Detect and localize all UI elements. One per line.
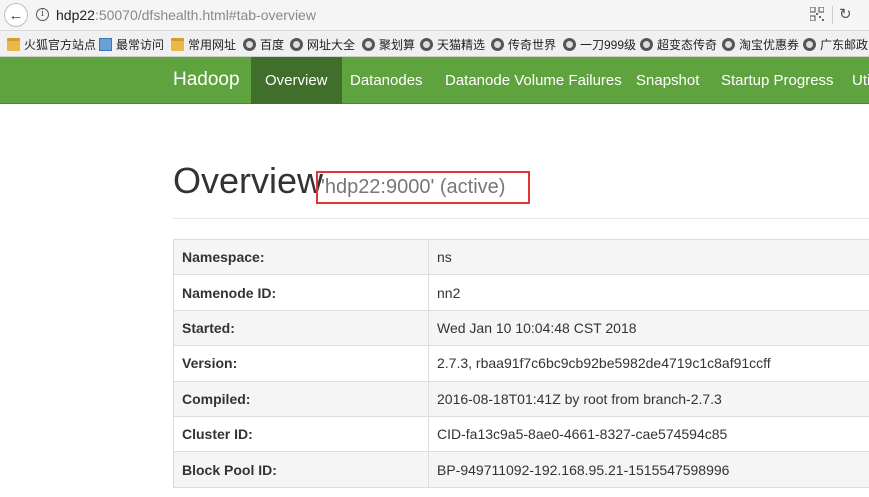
globe-icon (803, 38, 816, 51)
back-arrow-icon: ← (8, 6, 24, 24)
nav-tab-datanode-volume-failures[interactable]: Datanode Volume Failures (431, 57, 636, 104)
bookmark-label: 聚划算 (379, 38, 416, 52)
table-row: Block Pool ID: BP-949711092-192.168.95.21… (173, 451, 869, 488)
page-title: Overview (173, 160, 324, 201)
row-value: 2.7.3, rbaa91f7c6bc9cb92be5982de4719c1c8… (428, 345, 869, 382)
row-value: BP-949711092-192.168.95.21-1515547598996 (428, 451, 869, 488)
bookmark-label: 火狐官方站点 (24, 38, 97, 52)
bookmark-item[interactable]: 火狐官方站点 (7, 36, 96, 53)
globe-icon (563, 38, 576, 51)
bookmark-label: 最常访问 (116, 38, 165, 52)
address-bar: ← i hdp22:50070/dfshealth.html#tab-overv… (0, 0, 869, 31)
globe-icon (290, 38, 303, 51)
globe-icon (420, 38, 433, 51)
bookmark-label: 网址大全 (307, 38, 356, 52)
url-path: :50070/dfshealth.html#tab-overview (94, 7, 316, 23)
namenode-status-highlight: 'hdp22:9000' (active) (316, 171, 530, 204)
table-row: Cluster ID: CID-fa13c9a5-8ae0-4661-8327-c… (173, 415, 869, 453)
bookmark-label: 天猫精选 (437, 38, 486, 52)
row-value: CID-fa13c9a5-8ae0-4661-8327-cae574594c85 (428, 415, 869, 453)
nav-tab-overview[interactable]: Overview (251, 57, 342, 104)
globe-icon (243, 38, 256, 51)
bookmark-item[interactable]: 传奇世界 (491, 36, 556, 53)
nav-tab-startup-progress[interactable]: Startup Progress (707, 57, 848, 104)
bookmark-item[interactable]: 天猫精选 (420, 36, 485, 53)
page-icon (99, 38, 112, 51)
bookmark-item[interactable]: 常用网址 (171, 36, 236, 53)
bookmark-item[interactable]: 网址大全 (290, 36, 355, 53)
bookmark-item[interactable]: 广东邮政 (803, 36, 868, 53)
bookmark-item[interactable]: 聚划算 (362, 36, 415, 53)
table-row: Started: Wed Jan 10 10:04:48 CST 2018 (173, 309, 869, 347)
row-value: ns (428, 238, 869, 276)
page-header: Overview (173, 160, 323, 202)
row-key: Started: (173, 309, 429, 347)
site-info-icon[interactable]: i (36, 8, 49, 21)
bookmark-label: 百度 (260, 38, 285, 52)
back-button[interactable]: ← (4, 3, 28, 27)
brand-logo[interactable]: Hadoop (173, 69, 240, 91)
bookmark-label: 一刀999级 (580, 38, 637, 52)
table-row: Compiled: 2016-08-18T01:41Z by root from … (173, 380, 869, 417)
row-key: Version: (173, 345, 429, 382)
bookmarks-bar: 火狐官方站点 最常访问 常用网址 百度 网址大全 聚划算 天猫精选 传奇世界 一刀999级 超变态… (0, 31, 869, 57)
overview-table: Namespace: ns Namenode ID: nn2 Started: Wed J… (173, 238, 869, 488)
bookmark-label: 超变态传奇 (657, 38, 718, 52)
reload-icon[interactable]: ↻ (839, 5, 852, 23)
address-bar-divider (832, 6, 833, 24)
hadoop-navbar: Hadoop Overview Datanodes Datanode Volume … (0, 57, 869, 104)
table-row: Namespace: ns (173, 238, 869, 276)
row-value: nn2 (428, 274, 869, 311)
bookmark-label: 广东邮政 (820, 38, 869, 52)
bookmark-item[interactable]: 百度 (243, 36, 284, 53)
row-value: Wed Jan 10 10:04:48 CST 2018 (428, 309, 869, 347)
row-key: Compiled: (173, 380, 429, 417)
bookmark-label: 淘宝优惠券 (739, 38, 800, 52)
globe-icon (491, 38, 504, 51)
table-row: Namenode ID: nn2 (173, 274, 869, 311)
row-key: Block Pool ID: (173, 451, 429, 488)
folder-icon (171, 38, 184, 51)
globe-icon (362, 38, 375, 51)
nav-tab-snapshot[interactable]: Snapshot (622, 57, 713, 104)
row-key: Namenode ID: (173, 274, 429, 311)
globe-icon (640, 38, 653, 51)
bookmark-label: 传奇世界 (508, 38, 557, 52)
nav-tab-datanodes[interactable]: Datanodes (336, 57, 437, 104)
row-value: 2016-08-18T01:41Z by root from branch-2.… (428, 380, 869, 417)
bookmark-item[interactable]: 淘宝优惠券 (722, 36, 799, 53)
bookmark-label: 常用网址 (188, 38, 237, 52)
bookmark-item[interactable]: 超变态传奇 (640, 36, 717, 53)
folder-icon (7, 38, 20, 51)
nav-tab-utilities[interactable]: Utilities (838, 57, 869, 104)
bookmark-item[interactable]: 一刀999级 (563, 36, 636, 53)
header-divider (173, 218, 869, 219)
bookmark-item[interactable]: 最常访问 (99, 36, 164, 53)
row-key: Cluster ID: (173, 415, 429, 453)
qr-code-icon[interactable] (810, 7, 824, 21)
globe-icon (722, 38, 735, 51)
table-row: Version: 2.7.3, rbaa91f7c6bc9cb92be5982de… (173, 345, 869, 382)
url-host: hdp22 (56, 7, 95, 23)
url-field[interactable]: hdp22:50070/dfshealth.html#tab-overview (56, 7, 316, 23)
row-key: Namespace: (173, 238, 429, 276)
